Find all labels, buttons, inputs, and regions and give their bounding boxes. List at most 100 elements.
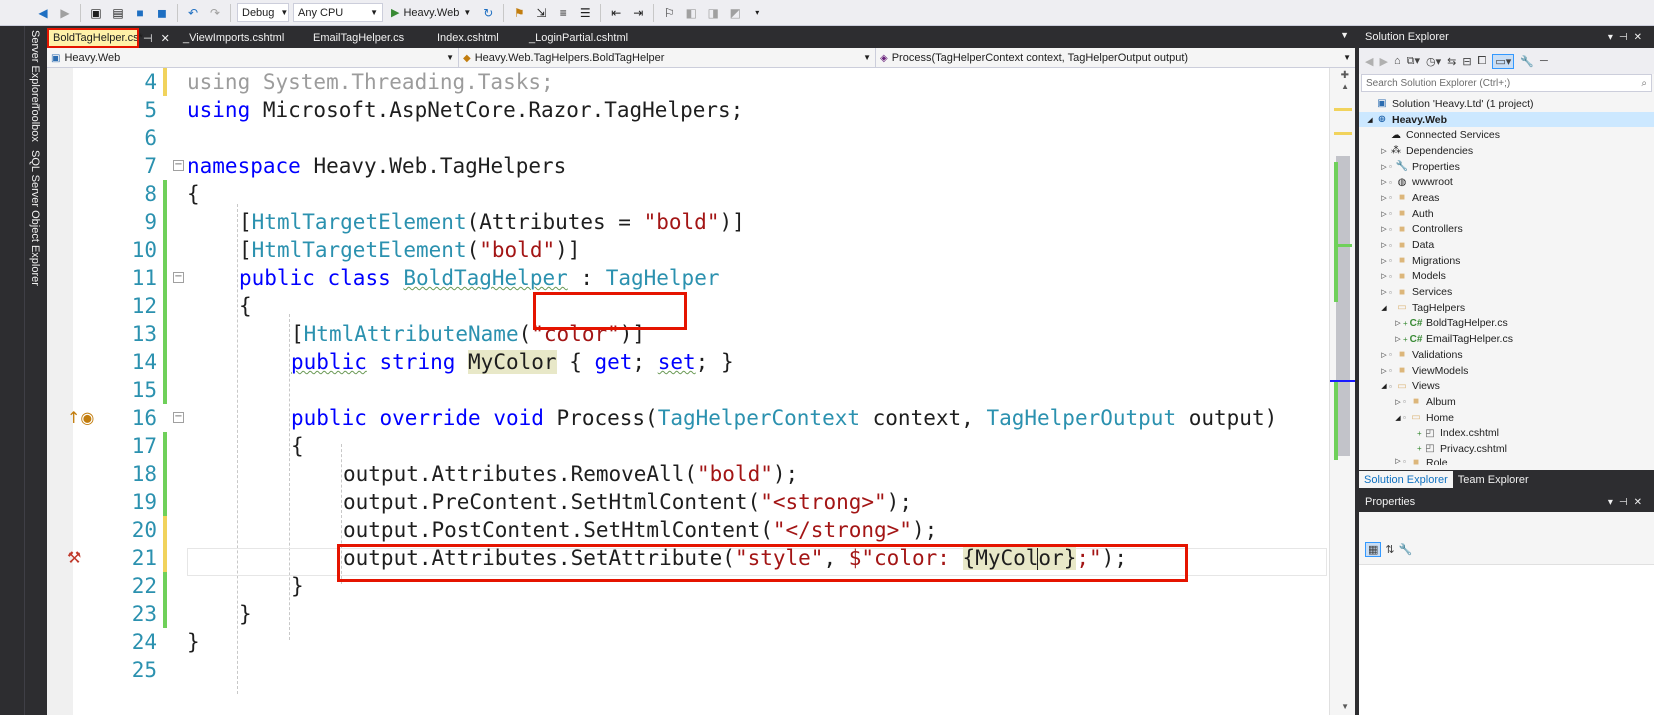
pin-icon[interactable]: ⊣	[143, 32, 153, 45]
browser-link-icon[interactable]: ⚑	[510, 3, 528, 23]
solution-search-input[interactable]: Search Solution Explorer (Ctrl+;) ⌕	[1361, 74, 1652, 92]
back-icon[interactable]: ◀	[1365, 55, 1373, 68]
toolbox-tab[interactable]: Toolbox	[29, 104, 41, 142]
expanded-arrow-icon[interactable]: ◢	[1393, 414, 1403, 422]
pending-changes-icon[interactable]: ◷▾	[1426, 55, 1441, 68]
forward-icon[interactable]: ▶	[1379, 55, 1387, 68]
tree-item-album[interactable]: ▷ ▫ ■ Album	[1359, 394, 1654, 410]
navigate-back-icon[interactable]: ◀	[34, 3, 52, 23]
minimize-icon[interactable]: ─	[1540, 55, 1548, 67]
project-dropdown[interactable]: ▣ Heavy.Web ▼	[47, 48, 459, 67]
start-debugging-button[interactable]: ▶ Heavy.Web ▼	[387, 6, 475, 20]
bookmark-icon[interactable]: ⚐	[660, 3, 678, 23]
tab-team-explorer[interactable]: Team Explorer	[1453, 471, 1534, 488]
collapsed-arrow-icon[interactable]: ▷	[1379, 210, 1389, 218]
code-editor[interactable]: 4 using System.Threading.Tasks; 5 using …	[47, 68, 1355, 715]
tab-list-dropdown-icon[interactable]: ▼	[1340, 30, 1349, 40]
tab-boldtaghelper[interactable]: BoldTagHelper.cs*	[47, 28, 143, 48]
collapsed-arrow-icon[interactable]: ▷	[1379, 194, 1389, 202]
tree-item-data[interactable]: ▷ ▫ ■ Data	[1359, 237, 1654, 253]
collapsed-arrow-icon[interactable]: ▷	[1379, 163, 1389, 171]
tree-item-emailtaghelper-cs[interactable]: ▷ + C# EmailTagHelper.cs	[1359, 331, 1654, 347]
collapsed-arrow-icon[interactable]: ▷	[1379, 257, 1389, 265]
clear-bookmarks-icon[interactable]: ◩	[726, 3, 744, 23]
tree-item-index-cshtml[interactable]: + ◰ Index.cshtml	[1359, 425, 1654, 441]
prev-bookmark-icon[interactable]: ◧	[682, 3, 700, 23]
scroll-up-icon[interactable]: ▲	[1341, 82, 1349, 91]
collapsed-arrow-icon[interactable]: ▷	[1379, 147, 1389, 155]
tree-item-solution[interactable]: ▣ Solution 'Heavy.Ltd' (1 project)	[1359, 96, 1654, 112]
tab-solution-explorer[interactable]: Solution Explorer	[1359, 471, 1453, 488]
tree-item-viewmodels[interactable]: ▷ ▫ ■ ViewModels	[1359, 363, 1654, 379]
save-all-icon[interactable]: ◼	[153, 3, 171, 23]
collapse-icon[interactable]: −	[173, 412, 184, 423]
collapsed-arrow-icon[interactable]: ▷	[1379, 351, 1389, 359]
tree-item-dependencies[interactable]: ▷ ⁂ Dependencies	[1359, 143, 1654, 159]
indent-icon[interactable]: ⇥	[629, 3, 647, 23]
collapsed-arrow-icon[interactable]: ▷	[1393, 319, 1403, 327]
sync-icon[interactable]: ⇆	[1447, 55, 1456, 68]
collapse-icon[interactable]: −	[173, 160, 184, 171]
home-icon[interactable]: ⌂	[1394, 55, 1401, 67]
tree-item-wwwroot[interactable]: ▷ ▫ ◍ wwwroot	[1359, 174, 1654, 190]
collapsed-arrow-icon[interactable]: ▷	[1379, 367, 1389, 375]
open-file-icon[interactable]: ▤	[109, 3, 127, 23]
scroll-down-icon[interactable]: ▼	[1341, 702, 1349, 711]
split-editor-icon[interactable]: ✚	[1341, 70, 1349, 81]
tree-item-privacy-cshtml[interactable]: + ◰ Privacy.cshtml	[1359, 441, 1654, 457]
tree-item-project[interactable]: ◢ ⊕ Heavy.Web	[1359, 111, 1654, 128]
collapsed-arrow-icon[interactable]: ▷	[1393, 335, 1403, 343]
format-icon[interactable]: ≡	[554, 3, 572, 23]
collapsed-arrow-icon[interactable]: ▷	[1393, 398, 1403, 406]
expanded-arrow-icon[interactable]: ◢	[1365, 116, 1375, 124]
tree-item-views[interactable]: ◢ ▫ ▭ Views	[1359, 378, 1654, 394]
alphabetical-icon[interactable]: ⇅	[1385, 543, 1394, 556]
tree-item-home[interactable]: ◢ ▫ ▭ Home	[1359, 410, 1654, 426]
step-into-icon[interactable]: ⇲	[532, 3, 550, 23]
collapsed-arrow-icon[interactable]: ▷	[1379, 272, 1389, 280]
tab-emailtaghelper[interactable]: EmailTagHelper.cs	[299, 28, 423, 48]
property-pages-wrench-icon[interactable]: 🔧	[1399, 543, 1413, 556]
tree-item-boldtaghelper-cs[interactable]: ▷ + C# BoldTagHelper.cs	[1359, 316, 1654, 332]
tree-item-role[interactable]: ▷ ▫ ■ Role	[1359, 457, 1654, 465]
collapse-all-icon[interactable]: ⊟	[1462, 55, 1471, 68]
undo-icon[interactable]: ↶	[184, 3, 202, 23]
panel-window-controls[interactable]: ▾⊣✕	[1608, 497, 1648, 508]
collapse-icon[interactable]: −	[173, 272, 184, 283]
tree-item-connected-services[interactable]: ☁ Connected Services	[1359, 127, 1654, 143]
collapsed-arrow-icon[interactable]: ▷	[1379, 241, 1389, 249]
panel-window-controls[interactable]: ▾⊣✕	[1608, 32, 1648, 43]
member-dropdown[interactable]: ◈ Process(TagHelperContext context, TagHe…	[876, 48, 1355, 67]
properties-wrench-icon[interactable]: 🔧	[1520, 55, 1534, 68]
outdent-icon[interactable]: ⇤	[607, 3, 625, 23]
show-all-files-icon[interactable]: ⧠	[1478, 55, 1487, 68]
tree-item-models[interactable]: ▷ ▫ ■ Models	[1359, 269, 1654, 285]
type-dropdown[interactable]: ◆ Heavy.Web.TagHelpers.BoldTagHelper ▼	[459, 48, 876, 67]
tree-item-validations[interactable]: ▷ ▫ ■ Validations	[1359, 347, 1654, 363]
collapsed-arrow-icon[interactable]: ▷	[1379, 225, 1389, 233]
tab-index[interactable]: Index.cshtml	[423, 28, 519, 48]
redo-icon[interactable]: ↷	[206, 3, 224, 23]
expanded-arrow-icon[interactable]: ◢	[1379, 304, 1389, 312]
next-bookmark-icon[interactable]: ◨	[704, 3, 722, 23]
quick-actions-hammer-icon[interactable]: ⚒	[67, 548, 81, 567]
sql-server-object-explorer-tab[interactable]: SQL Server Object Explorer	[29, 150, 41, 286]
tree-item-auth[interactable]: ▷ ▫ ■ Auth	[1359, 206, 1654, 222]
navigate-forward-icon[interactable]: ▶	[56, 3, 74, 23]
tree-item-properties[interactable]: ▷ ▫ 🔧 Properties	[1359, 159, 1654, 175]
collapsed-arrow-icon[interactable]: ▷	[1393, 457, 1403, 465]
new-project-icon[interactable]: ▣	[87, 3, 105, 23]
collapsed-arrow-icon[interactable]: ▷	[1379, 178, 1389, 186]
tree-item-services[interactable]: ▷ ▫ ■ Services	[1359, 284, 1654, 300]
server-explorer-tab[interactable]: Server Explorer	[29, 30, 41, 106]
close-icon[interactable]: ✕	[161, 32, 170, 45]
refresh-icon[interactable]: ↻	[479, 3, 497, 23]
switch-views-icon[interactable]: ⧉▾	[1407, 54, 1420, 68]
save-icon[interactable]: ■	[131, 3, 149, 23]
collapsed-arrow-icon[interactable]: ▷	[1379, 288, 1389, 296]
properties-object-select[interactable]	[1361, 515, 1652, 535]
platform-select[interactable]: Any CPU ▼	[293, 3, 383, 22]
toolbar-overflow-icon[interactable]: ▾	[748, 3, 766, 23]
tree-item-taghelpers[interactable]: ◢ ▭ TagHelpers	[1359, 300, 1654, 316]
tab-loginpartial[interactable]: _LoginPartial.cshtml	[519, 28, 641, 48]
